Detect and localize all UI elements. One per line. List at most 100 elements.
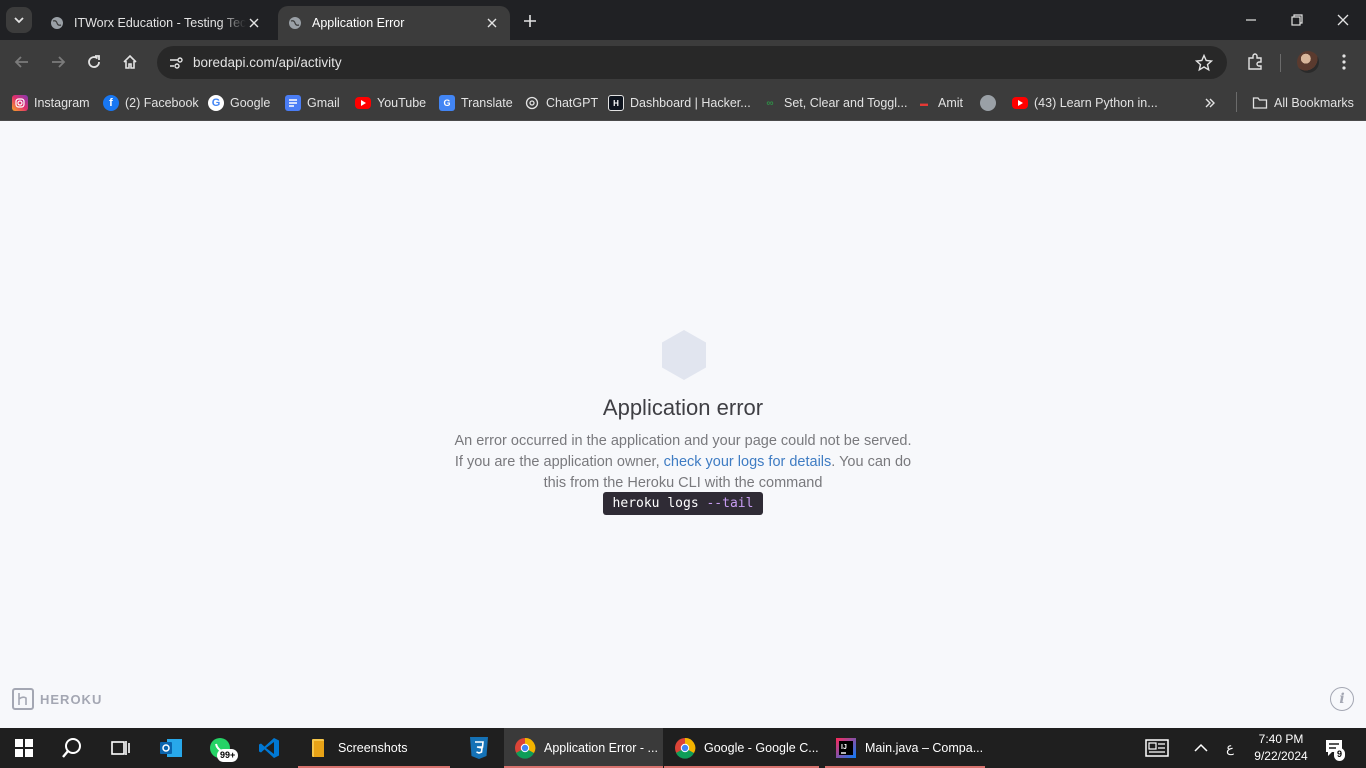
url-text[interactable]: boredapi.com/api/activity [193,55,342,70]
info-icon[interactable]: i [1330,687,1354,711]
back-button[interactable] [11,51,33,73]
heroku-logo[interactable]: HEROKU [12,688,102,710]
search-button[interactable] [58,734,86,762]
taskbar-item-intellij[interactable]: IJ Main.java – Compa... [825,728,985,768]
search-icon [62,738,81,758]
tab-strip: ITWorx Education - Testing Tech Applicat… [0,0,1366,40]
puzzle-icon [1248,53,1262,70]
css-app[interactable] [465,734,493,762]
bookmark-label: ChatGPT [546,96,599,110]
tab-search-button[interactable] [6,7,32,33]
profile-avatar[interactable] [1297,51,1319,73]
close-window-button[interactable] [1331,8,1355,32]
whatsapp-badge: 99+ [217,749,239,762]
restore-button[interactable] [1285,8,1309,32]
bookmark-label: Gmail [307,96,340,110]
arrow-right-icon [52,56,66,68]
vscode-app[interactable] [255,734,283,762]
news-widget-button[interactable] [1143,734,1171,762]
tab-application-error[interactable]: Application Error [278,6,510,40]
bookmark-geeksforgeeks[interactable]: ∞ Set, Clear and Toggl... [762,93,907,113]
heroku-icon [12,688,34,710]
taskbar-item-google[interactable]: Google - Google C... [664,728,819,768]
forward-button[interactable] [47,51,69,73]
clock-time: 7:40 PM [1258,732,1304,746]
extensions-button[interactable] [1245,52,1265,72]
tab-title: Application Error [312,16,405,30]
globe-icon [289,17,301,29]
site-info-icon[interactable] [165,52,187,74]
check-logs-link[interactable]: check your logs for details [664,454,832,470]
task-view-button[interactable] [106,734,134,762]
error-message: An error occurred in the application and… [453,431,913,494]
amit-icon: ▬ [920,98,928,108]
bookmark-gmail[interactable]: Gmail [285,93,340,113]
css3-icon [470,737,488,759]
double-chevron-right-icon [1205,98,1215,108]
translate-icon: G [439,95,455,111]
gmail-icon [285,95,301,111]
minimize-button[interactable] [1239,8,1263,32]
taskbar-item-screenshots[interactable]: Screenshots [298,728,450,768]
close-icon[interactable] [484,15,500,31]
bookmark-label: Set, Clear and Toggl... [784,96,908,110]
browser-toolbar: boredapi.com/api/activity [0,40,1366,85]
system-clock[interactable]: 7:40 PM 9/22/2024 [1246,731,1316,765]
youtube-icon [1012,97,1028,109]
bookmarks-divider [1236,92,1237,112]
show-hidden-icons-button[interactable] [1187,734,1215,762]
tab-title: ITWorx Education - Testing Tech [74,16,246,30]
browser-menu-button[interactable] [1334,52,1354,72]
instagram-icon [12,95,28,111]
home-icon [123,54,137,69]
more-bookmarks-button[interactable] [1204,93,1216,113]
bookmark-chatgpt[interactable]: ChatGPT [524,93,598,113]
windows-icon [15,739,33,757]
bookmark-label: Instagram [34,96,90,110]
bookmark-youtube[interactable]: YouTube [355,93,426,113]
news-icon [1145,739,1169,757]
task-view-icon [111,741,130,755]
taskbar-item-application-error[interactable]: Application Error - ... [504,728,663,768]
close-icon[interactable] [246,15,262,31]
bookmark-facebook[interactable]: f (2) Facebook [103,93,199,113]
bookmark-learn-python[interactable]: (43) Learn Python in... [1012,93,1158,113]
all-bookmarks-button[interactable]: All Bookmarks [1252,93,1354,113]
command-text: heroku logs [612,496,699,511]
taskbar-item-label: Main.java – Compa... [865,741,984,755]
bookmark-amit[interactable]: ▬ Amit [916,93,963,113]
start-button[interactable] [10,734,38,762]
bookmark-label: Google [230,96,271,110]
home-button[interactable] [119,51,141,73]
facebook-icon: f [103,95,119,111]
bookmark-globe[interactable] [980,93,1002,113]
address-bar[interactable]: boredapi.com/api/activity [157,46,1227,79]
taskbar-item-label: Google - Google C... [704,741,819,755]
outlook-app[interactable] [157,734,185,762]
outlook-icon [160,739,182,757]
input-language-indicator[interactable]: ع [1217,734,1243,762]
folder-icon [312,739,324,757]
globe-icon [980,95,996,111]
taskbar-item-label: Application Error - ... [544,741,658,755]
reload-button[interactable] [83,51,105,73]
bookmark-label: (43) Learn Python in... [1034,96,1158,110]
bookmark-google[interactable]: G Google [208,93,270,113]
chrome-icon [515,737,536,759]
star-icon[interactable] [1195,54,1213,72]
windows-taskbar: 99+ Screenshots Application Error - ... … [0,728,1366,768]
bookmark-instagram[interactable]: Instagram [12,93,90,113]
close-icon [1337,14,1349,26]
bookmark-label: Translate [461,96,513,110]
heroku-wordmark: HEROKU [40,691,103,707]
intellij-icon: IJ [836,738,856,758]
toolbar-divider [1280,54,1281,72]
tab-itworx[interactable]: ITWorx Education - Testing Tech [40,6,272,40]
bookmark-hackerrank[interactable]: H Dashboard | Hacker... [608,93,751,113]
new-tab-button[interactable] [520,11,540,31]
all-bookmarks-label: All Bookmarks [1274,96,1354,110]
youtube-icon [355,97,371,109]
restore-icon [1291,14,1303,26]
bookmark-translate[interactable]: G Translate [439,93,513,113]
chevron-down-icon [14,17,24,24]
